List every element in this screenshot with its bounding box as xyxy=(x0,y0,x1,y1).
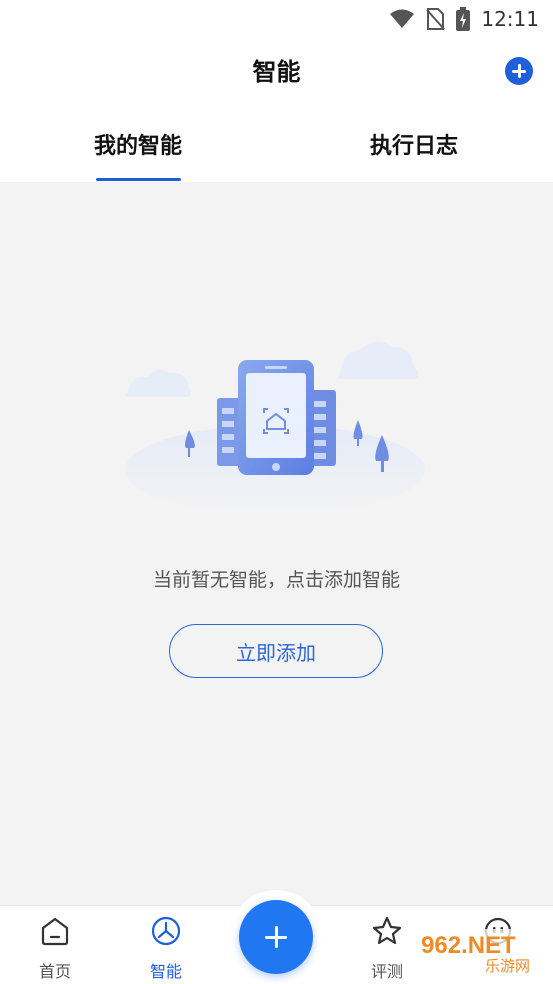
battery-icon xyxy=(456,7,471,31)
star-icon xyxy=(372,916,402,945)
nav-item-home[interactable]: 首页 xyxy=(10,906,100,984)
add-smart-button[interactable] xyxy=(505,57,533,85)
no-sim-icon xyxy=(426,8,446,30)
watermark-logo: 962.NET 乐游网 xyxy=(415,929,547,975)
header: 智能 我的智能 执行日志 xyxy=(0,38,553,182)
add-now-button[interactable]: 立即添加 xyxy=(169,624,383,678)
watermark-sub: 乐游网 xyxy=(485,957,530,975)
empty-message: 当前暂无智能，点击添加智能 xyxy=(152,569,400,591)
wifi-icon xyxy=(390,9,415,28)
empty-state-illustration xyxy=(125,341,425,515)
nav-item-smart[interactable]: 智能 xyxy=(121,906,211,984)
status-bar: 12:11 xyxy=(0,0,553,38)
tab-my-smart[interactable]: 我的智能 xyxy=(38,128,238,160)
status-time: 12:11 xyxy=(481,7,539,31)
status-icons: 12:11 xyxy=(389,6,539,32)
tab-execution-log[interactable]: 执行日志 xyxy=(314,128,514,160)
smart-icon xyxy=(151,916,181,946)
tab-active-indicator xyxy=(96,178,181,181)
page-title: 智能 xyxy=(252,58,301,86)
home-icon xyxy=(41,917,69,946)
nav-label-home: 首页 xyxy=(38,962,71,981)
center-add-button[interactable] xyxy=(239,900,313,974)
watermark-text: 962.NET xyxy=(421,932,516,959)
nav-label-smart: 智能 xyxy=(149,962,182,981)
